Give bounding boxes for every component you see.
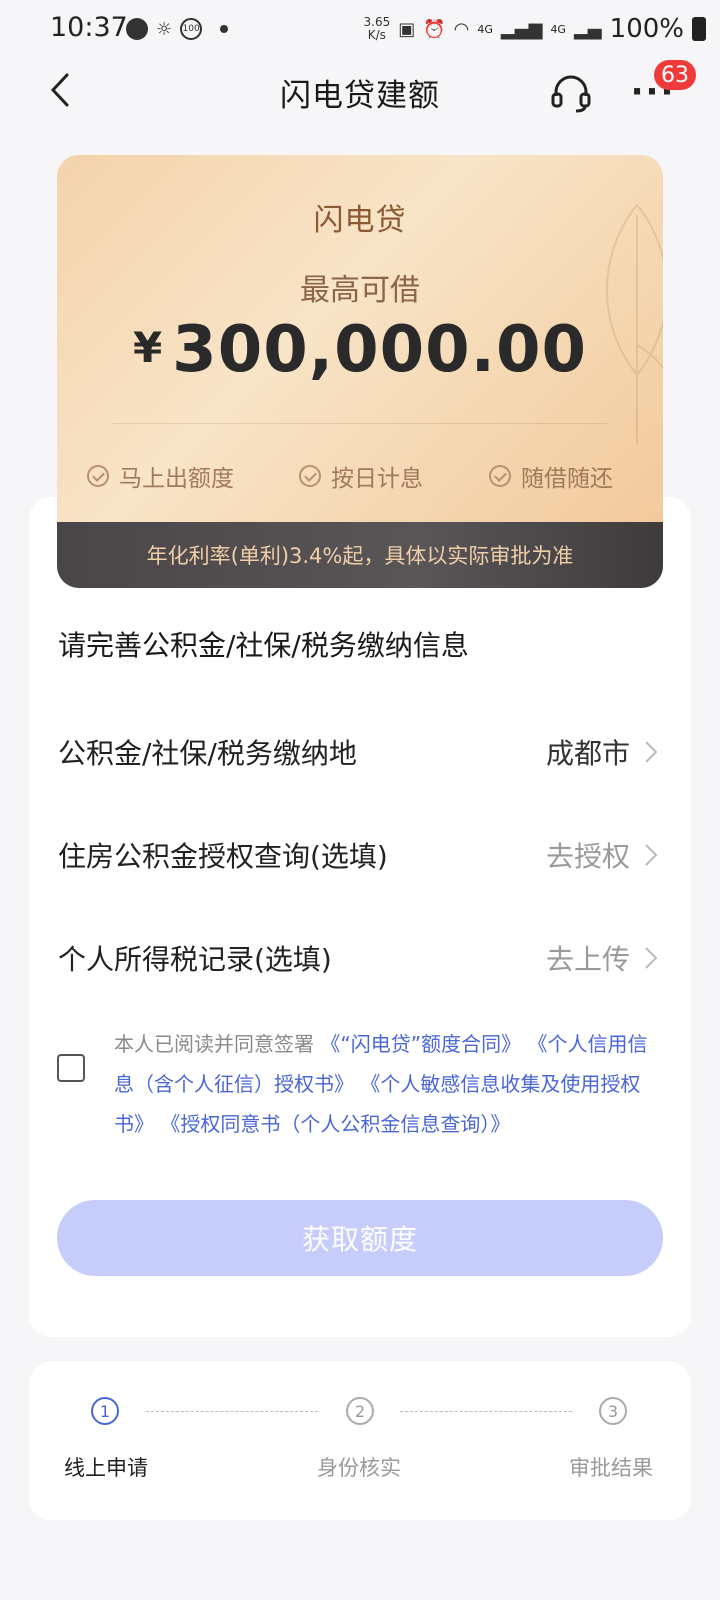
battery-percent: 100% bbox=[609, 14, 684, 44]
customer-service-button[interactable] bbox=[548, 70, 594, 116]
step-connector bbox=[146, 1411, 318, 1413]
form-heading: 请完善公积金/社保/税务缴纳信息 bbox=[58, 629, 469, 662]
agreement-checkbox[interactable] bbox=[57, 1054, 85, 1082]
rate-note: 年化利率(单利)3.4%起，具体以实际审批为准 bbox=[57, 522, 663, 588]
wifi-icon: ◠ bbox=[453, 18, 470, 40]
step-label: 审批结果 bbox=[569, 1456, 653, 1480]
product-name: 闪电贷 bbox=[313, 203, 407, 238]
net-type-2: 4G bbox=[550, 22, 566, 36]
battery-icon bbox=[692, 17, 706, 41]
check-circle-icon bbox=[489, 465, 511, 487]
step-label: 身份核实 bbox=[317, 1456, 401, 1480]
row-value: 成都市 bbox=[545, 737, 630, 770]
signal-icon-1: ▂▄▆ bbox=[500, 18, 543, 40]
network-speed-unit: K/s bbox=[367, 28, 386, 42]
row-income-tax[interactable]: 个人所得税记录(选填) 去上传 bbox=[58, 934, 658, 982]
divider bbox=[113, 423, 607, 424]
row-value: 去上传 bbox=[545, 943, 630, 976]
signal-icon-2: ▂▄ bbox=[573, 18, 602, 40]
page-title: 闪电贷建额 bbox=[280, 78, 440, 114]
chevron-right-icon bbox=[644, 946, 658, 970]
row-right: 去授权 bbox=[546, 835, 658, 875]
notification-dot-icon bbox=[220, 25, 229, 33]
row-label: 住房公积金授权查询(选填) bbox=[58, 840, 388, 873]
feature-item: 按日计息 bbox=[299, 459, 423, 493]
weather-icon: ☼ bbox=[156, 18, 173, 40]
step-number: 2 bbox=[346, 1397, 374, 1425]
max-amount: ¥300,000.00 bbox=[57, 313, 663, 387]
agreement-prefix: 本人已阅读并同意签署 bbox=[114, 1032, 314, 1056]
max-borrow-label: 最高可借 bbox=[300, 273, 420, 308]
feature-label: 马上出额度 bbox=[119, 466, 234, 492]
step-number: 1 bbox=[91, 1397, 119, 1425]
status-time: 10:37 bbox=[50, 12, 128, 43]
steps-card bbox=[29, 1362, 691, 1520]
notification-badge: 63 bbox=[654, 60, 696, 90]
row-label: 个人所得税记录(选填) bbox=[58, 943, 332, 976]
row-label: 公积金/社保/税务缴纳地 bbox=[58, 737, 357, 770]
chevron-right-icon bbox=[644, 843, 658, 867]
feature-item: 马上出额度 bbox=[87, 459, 234, 493]
currency-symbol: ¥ bbox=[132, 323, 163, 372]
net-type-1: 4G bbox=[477, 22, 493, 36]
alarm-icon: ⏰ bbox=[423, 18, 446, 40]
feature-label: 按日计息 bbox=[331, 466, 423, 492]
get-quota-button[interactable]: 获取额度 bbox=[57, 1200, 663, 1276]
step-label: 线上申请 bbox=[64, 1456, 148, 1480]
feature-label: 随借随还 bbox=[521, 466, 613, 492]
agreement-text: 本人已阅读并同意签署 《“闪电贷”额度合同》 《个人信用信息（含个人征信）授权书… bbox=[114, 1024, 664, 1144]
status-bar: 10:37 ☼ 100 3.65 K/s ▣ ⏰ ◠ 4G ▂▄▆ 4G ▂▄ … bbox=[0, 0, 720, 58]
step-connector bbox=[400, 1411, 572, 1413]
step-number: 3 bbox=[599, 1397, 627, 1425]
chevron-right-icon bbox=[644, 740, 658, 764]
status-left-icons: ☼ 100 bbox=[126, 18, 229, 40]
nfc-icon: ▣ bbox=[398, 18, 416, 40]
feature-item: 随借随还 bbox=[489, 459, 613, 493]
row-right: 去上传 bbox=[546, 938, 658, 978]
status-right: 3.65 K/s ▣ ⏰ ◠ 4G ▂▄▆ 4G ▂▄ 100% bbox=[364, 14, 706, 44]
row-right: 成都市 bbox=[546, 732, 658, 772]
check-circle-icon bbox=[87, 465, 109, 487]
contract-link[interactable]: 《“闪电贷”额度合同》 bbox=[320, 1032, 521, 1056]
row-value: 去授权 bbox=[545, 840, 630, 873]
amount-value: 300,000.00 bbox=[172, 313, 588, 387]
network-speed: 3.65 K/s bbox=[364, 16, 391, 42]
loan-card: 闪电贷 最高可借 ¥300,000.00 马上出额度 按日计息 随借随还 年化利… bbox=[57, 155, 663, 588]
check-circle-icon bbox=[299, 465, 321, 487]
do-not-disturb-icon bbox=[126, 18, 148, 40]
headset-icon bbox=[551, 75, 591, 113]
score-badge-icon: 100 bbox=[180, 18, 203, 40]
housing-fund-auth-link[interactable]: 《授权同意书（个人公积金信息查询）》 bbox=[160, 1112, 510, 1136]
row-housing-fund-auth[interactable]: 住房公积金授权查询(选填) 去授权 bbox=[58, 831, 658, 879]
row-payment-location[interactable]: 公积金/社保/税务缴纳地 成都市 bbox=[58, 728, 658, 776]
